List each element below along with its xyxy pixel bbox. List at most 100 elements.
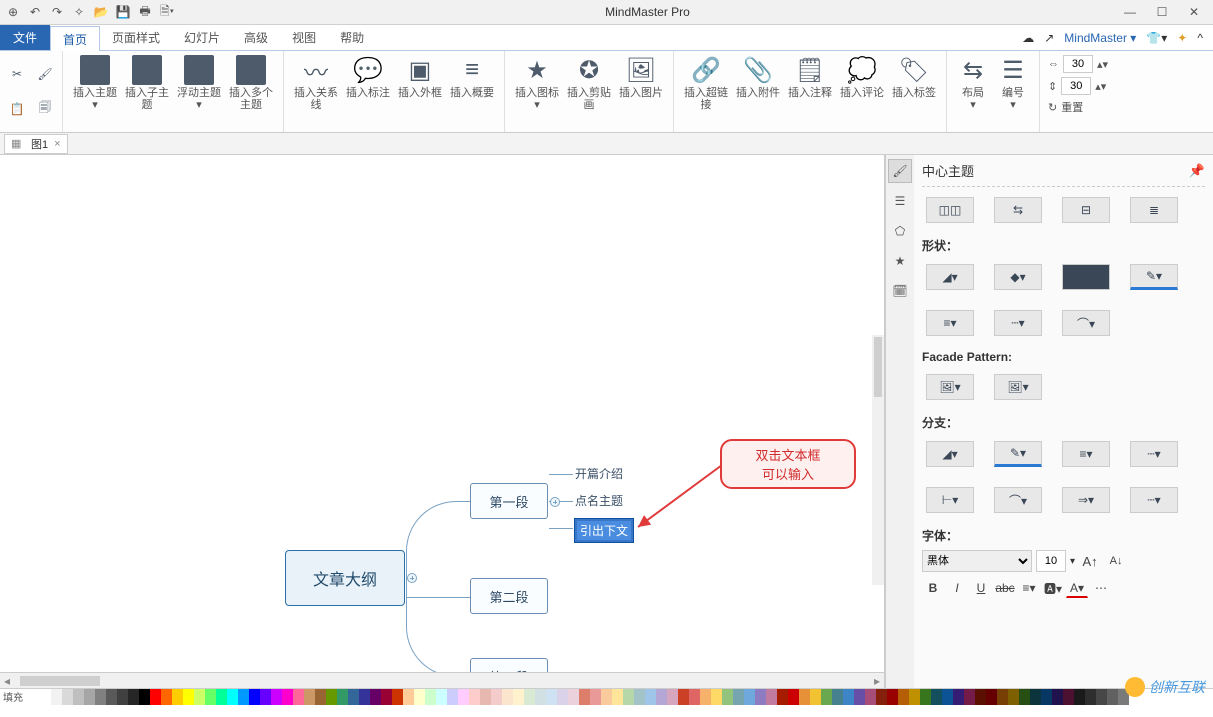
color-swatch[interactable] xyxy=(733,689,744,705)
branch-style-3[interactable]: ⇒▾ xyxy=(1062,487,1110,513)
color-swatch[interactable] xyxy=(997,689,1008,705)
tab-view[interactable]: 视图 xyxy=(280,25,328,50)
color-swatch[interactable] xyxy=(227,689,238,705)
leaf-editing[interactable]: 引出下文 xyxy=(575,519,633,542)
horizontal-scrollbar[interactable]: ◂▸ xyxy=(0,672,884,688)
color-swatch[interactable] xyxy=(810,689,821,705)
sidetab-clipart-icon[interactable]: ★ xyxy=(888,249,912,273)
leaf-1[interactable]: 开篇介绍 xyxy=(575,465,623,482)
paste-icon[interactable]: 📋 xyxy=(6,98,28,120)
layout-opt-1[interactable]: ◫◫ xyxy=(926,197,974,223)
color-swatch[interactable] xyxy=(139,689,150,705)
color-swatch[interactable] xyxy=(128,689,139,705)
shirt-icon[interactable]: 👕▾ xyxy=(1146,31,1167,45)
color-swatch[interactable] xyxy=(40,689,51,705)
color-swatch[interactable] xyxy=(491,689,502,705)
tab-advanced[interactable]: 高级 xyxy=(232,25,280,50)
hspacing-input[interactable] xyxy=(1063,55,1093,73)
color-swatch[interactable] xyxy=(920,689,931,705)
comment-button[interactable]: 💭插入评论 xyxy=(836,55,888,111)
color-swatch[interactable] xyxy=(348,689,359,705)
file-menu[interactable]: 文件 xyxy=(0,25,50,50)
color-swatch[interactable] xyxy=(117,689,128,705)
color-swatch[interactable] xyxy=(788,689,799,705)
color-swatch[interactable] xyxy=(458,689,469,705)
color-swatch[interactable] xyxy=(359,689,370,705)
color-swatch[interactable] xyxy=(931,689,942,705)
app-menu-icon[interactable]: ⊕ xyxy=(4,3,22,21)
more-font-button[interactable]: ⋯ xyxy=(1090,578,1112,598)
color-swatch[interactable] xyxy=(436,689,447,705)
color-swatch[interactable] xyxy=(524,689,535,705)
color-swatch[interactable] xyxy=(1085,689,1096,705)
print-icon[interactable]: 🖶 xyxy=(136,3,154,21)
color-swatch[interactable] xyxy=(612,689,623,705)
layout-opt-4[interactable]: ≣ xyxy=(1130,197,1178,223)
insert-picture-button[interactable]: 🖼插入图片 xyxy=(615,55,667,111)
color-swatch[interactable] xyxy=(744,689,755,705)
color-swatch[interactable] xyxy=(304,689,315,705)
color-swatch[interactable] xyxy=(898,689,909,705)
color-swatch[interactable] xyxy=(953,689,964,705)
highlight-button[interactable]: 🅰▾ xyxy=(1042,578,1064,598)
branch-style-2[interactable]: ⌒▾ xyxy=(994,487,1042,513)
vspacing-input[interactable] xyxy=(1061,77,1091,95)
font-family-select[interactable]: 黑体 xyxy=(922,550,1032,572)
new-icon[interactable]: ✧ xyxy=(70,3,88,21)
color-swatch[interactable] xyxy=(887,689,898,705)
boundary-button[interactable]: ▣插入外框 xyxy=(394,55,446,111)
expand-handle[interactable] xyxy=(407,573,417,583)
insert-subtopic-button[interactable]: 插入子主题 xyxy=(121,55,173,111)
color-swatch[interactable] xyxy=(876,689,887,705)
color-swatch[interactable] xyxy=(51,689,62,705)
color-swatch[interactable] xyxy=(95,689,106,705)
color-swatch[interactable] xyxy=(392,689,403,705)
callout-button[interactable]: 💬插入标注 xyxy=(342,55,394,111)
color-swatch[interactable] xyxy=(370,689,381,705)
color-swatch[interactable] xyxy=(986,689,997,705)
color-swatch[interactable] xyxy=(722,689,733,705)
color-swatch[interactable] xyxy=(315,689,326,705)
color-swatch[interactable] xyxy=(403,689,414,705)
open-icon[interactable]: 📂 xyxy=(92,3,110,21)
color-swatch[interactable] xyxy=(172,689,183,705)
undo-icon[interactable]: ↶ xyxy=(26,3,44,21)
italic-button[interactable]: I xyxy=(946,578,968,598)
font-decrease-button[interactable]: A↓ xyxy=(1105,551,1127,571)
color-swatch[interactable] xyxy=(183,689,194,705)
color-swatch[interactable] xyxy=(73,689,84,705)
color-swatch[interactable] xyxy=(414,689,425,705)
color-swatch[interactable] xyxy=(1096,689,1107,705)
floating-topic-button[interactable]: 浮动主题▾ xyxy=(173,55,225,111)
underline-button[interactable]: U xyxy=(970,578,992,598)
color-swatch[interactable] xyxy=(326,689,337,705)
pin-icon[interactable]: 📌 xyxy=(1189,163,1205,179)
relation-button[interactable]: 〰插入关系线 xyxy=(290,55,342,111)
leaf-2[interactable]: 点名主题 xyxy=(575,492,623,509)
minimize-icon[interactable]: — xyxy=(1115,2,1145,22)
tab-help[interactable]: 帮助 xyxy=(328,25,376,50)
expand-handle[interactable] xyxy=(550,497,560,507)
color-swatch[interactable] xyxy=(656,689,667,705)
doc-close-icon[interactable]: × xyxy=(54,138,60,150)
color-swatch[interactable] xyxy=(1041,689,1052,705)
color-swatch[interactable] xyxy=(557,689,568,705)
color-swatch[interactable] xyxy=(865,689,876,705)
layout-opt-3[interactable]: ⊟ xyxy=(1062,197,1110,223)
facade-opt-2[interactable]: 🖼▾ xyxy=(994,374,1042,400)
color-swatch[interactable] xyxy=(568,689,579,705)
branch-style-1[interactable]: ⊢▾ xyxy=(926,487,974,513)
color-swatch[interactable] xyxy=(238,689,249,705)
brand-link[interactable]: MindMaster ▾ xyxy=(1064,31,1136,45)
branch-color[interactable]: ✎▾ xyxy=(994,441,1042,467)
color-swatch[interactable] xyxy=(909,689,920,705)
font-size-input[interactable] xyxy=(1036,550,1066,572)
layout-opt-2[interactable]: ⇆ xyxy=(994,197,1042,223)
color-swatch[interactable] xyxy=(260,689,271,705)
color-swatch[interactable] xyxy=(469,689,480,705)
insert-clipart-button[interactable]: ✪插入剪贴画 xyxy=(563,55,615,111)
color-swatch[interactable] xyxy=(700,689,711,705)
color-swatch[interactable] xyxy=(832,689,843,705)
color-swatch[interactable] xyxy=(821,689,832,705)
color-swatch[interactable] xyxy=(150,689,161,705)
